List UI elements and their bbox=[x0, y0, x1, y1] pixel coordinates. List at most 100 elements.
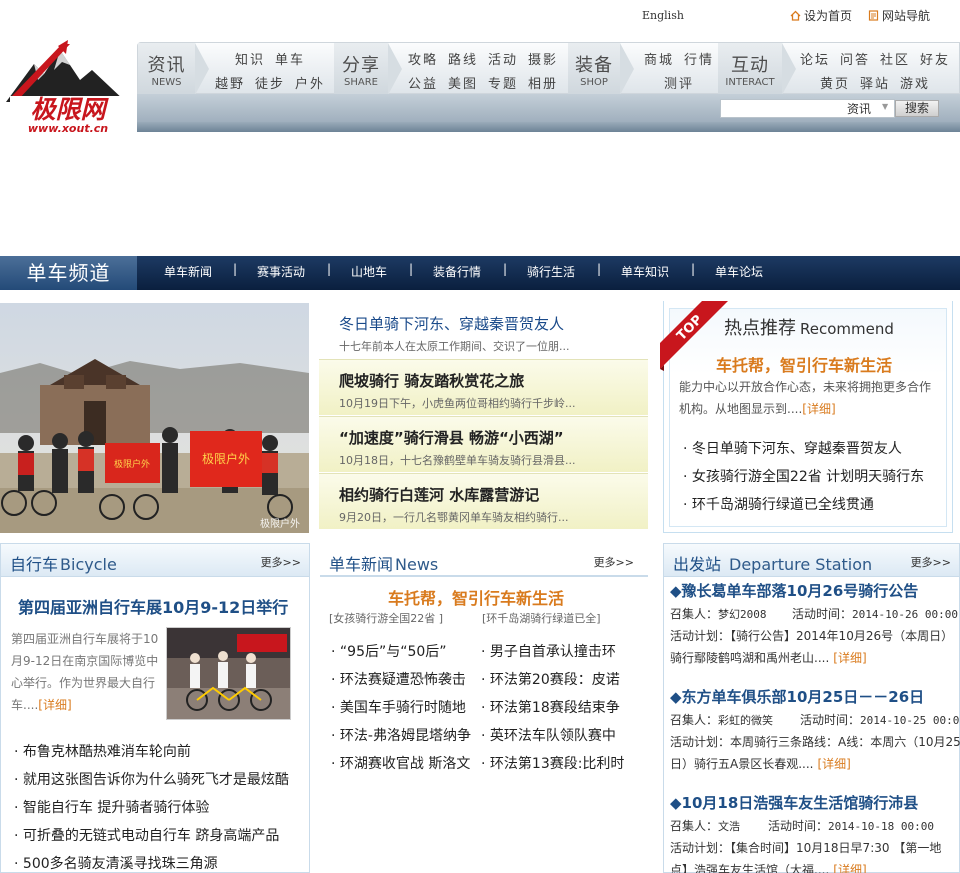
time-label: 活动时间： bbox=[768, 819, 829, 833]
channel-item-knowledge[interactable]: 单车知识 bbox=[621, 263, 669, 280]
bicycle-more-link[interactable]: 更多>> bbox=[261, 554, 301, 570]
channel-item-forum[interactable]: 单车论坛 bbox=[715, 263, 763, 280]
nav-link-station[interactable]: 驿站 bbox=[860, 73, 890, 92]
nav-link-charity[interactable]: 公益 bbox=[408, 73, 438, 92]
nav-head-share[interactable]: 分享 SHARE bbox=[334, 43, 388, 95]
list-item[interactable]: · 500多名骑友清溪寻找珠三角源 bbox=[14, 853, 218, 873]
list-item[interactable]: · 英环法车队领队赛中 bbox=[481, 725, 616, 745]
nav-link-pictures[interactable]: 美图 bbox=[448, 73, 478, 92]
search-category-label: 资讯 bbox=[847, 102, 872, 116]
channel-item-race[interactable]: 赛事活动 bbox=[257, 263, 305, 280]
nav-link-events[interactable]: 活动 bbox=[488, 49, 518, 68]
departure-detail-link[interactable]: [详细] bbox=[817, 757, 850, 771]
departure-detail-link[interactable]: [详细] bbox=[833, 863, 866, 873]
list-item[interactable]: · 环法-弗洛姆昆塔纳争 bbox=[331, 725, 471, 745]
list-item[interactable]: 爬坡骑行 骑友踏秋赏花之旅 10月19日下午，小虎鱼两位哥相约骑行千步岭... bbox=[319, 359, 648, 415]
plan-text: 本周骑行三条路线：A线：本周六（10月25 bbox=[730, 735, 960, 749]
list-item[interactable]: 冬日单骑下河东、穿越秦晋贺友人 十七年前本人在太原工作期间、交识了一位朋... bbox=[319, 303, 648, 359]
list-item[interactable]: · 可折叠的无链式电动自行车 跻身高端产品 bbox=[14, 825, 279, 845]
news-sub-link[interactable]: [环千岛湖骑行绿道已全] bbox=[482, 610, 601, 626]
news-sub-link[interactable]: [女孩骑行游全国22省 ] bbox=[329, 610, 443, 626]
nav-head-interact[interactable]: 互动 INTERACT bbox=[718, 43, 782, 95]
news-item-label: “95后”与“50后” bbox=[339, 644, 447, 660]
plan-text: 【骑行公告】2014年10月26号（本周日） bbox=[730, 629, 954, 643]
nav-link-qa[interactable]: 问答 bbox=[840, 49, 870, 68]
feature-title[interactable]: 爬坡骑行 骑友踏秋赏花之旅 bbox=[339, 370, 524, 391]
search-category-select[interactable]: 资讯 ▼ bbox=[847, 100, 893, 117]
nav-head-news[interactable]: 资讯 NEWS bbox=[138, 43, 195, 95]
list-item[interactable]: “加速度”骑行滑县 畅游“小西湖” 10月18日，十七名豫鹤壁单车骑友骑行县滑县… bbox=[319, 416, 648, 472]
bicycle-item-label: 可折叠的无链式电动自行车 跻身高端产品 bbox=[22, 828, 280, 844]
departure-event-plan: 骑行鄢陵鹤鸣湖和禹州老山.... [详细] bbox=[670, 649, 867, 666]
news-headline[interactable]: 车托帮，智引行车新生活 bbox=[388, 585, 564, 609]
nav-link-games[interactable]: 游戏 bbox=[900, 73, 930, 92]
list-item[interactable]: · 智能自行车 提升骑者骑行体验 bbox=[14, 797, 209, 817]
hot-title[interactable]: 车托帮，智引行车新生活 bbox=[716, 352, 892, 376]
hot-recommend-heading: 热点推荐 Recommend bbox=[724, 314, 894, 340]
list-item[interactable]: · 环法第18赛段结束争 bbox=[481, 697, 620, 717]
list-item[interactable]: · 环法赛疑遭恐怖袭击 bbox=[331, 669, 466, 689]
list-item[interactable]: · 冬日单骑下河东、穿越秦晋贺友人 bbox=[683, 438, 902, 458]
feature-title[interactable]: 冬日单骑下河东、穿越秦晋贺友人 bbox=[339, 313, 564, 334]
nav-head-shop[interactable]: 装备 SHOP bbox=[568, 43, 620, 95]
nav-link-guide[interactable]: 攻略 bbox=[408, 49, 438, 68]
hot-item-label: 冬日单骑下河东、穿越秦晋贺友人 bbox=[691, 441, 902, 457]
list-item[interactable]: · 环法第13赛段:比利时 bbox=[481, 753, 624, 773]
nav-link-friends[interactable]: 好友 bbox=[920, 49, 950, 68]
nav-link-forum[interactable]: 论坛 bbox=[800, 49, 830, 68]
nav-link-topics[interactable]: 专题 bbox=[488, 73, 518, 92]
nav-link-albums[interactable]: 相册 bbox=[528, 73, 558, 92]
nav-link-outdoor[interactable]: 户外 bbox=[295, 73, 325, 92]
nav-link-mall[interactable]: 商城 bbox=[644, 49, 674, 68]
list-item[interactable]: · 男子自首承认撞击环 bbox=[481, 641, 616, 661]
list-item[interactable]: · 美国车手骑行时随地 bbox=[331, 697, 466, 717]
feature-list: 冬日单骑下河东、穿越秦晋贺友人 十七年前本人在太原工作期间、交识了一位朋... … bbox=[319, 303, 648, 529]
nav-link-hiking[interactable]: 徒步 bbox=[255, 73, 285, 92]
time-label: 活动时间： bbox=[800, 713, 861, 727]
departure-event-plan: 日）骑行五A景区长春观.... [详细] bbox=[670, 755, 851, 772]
list-item[interactable]: · 就用这张图告诉你为什么骑死飞才是最炫酷 bbox=[14, 769, 289, 789]
search-button[interactable]: 搜索 bbox=[895, 100, 939, 117]
english-link[interactable]: English bbox=[642, 9, 684, 22]
channel-item-gear[interactable]: 装备行情 bbox=[433, 263, 481, 280]
departure-event-meta: 召集人：彩虹的微笑 活动时间：2014-10-25 00:00 bbox=[670, 711, 960, 728]
nav-link-photo[interactable]: 摄影 bbox=[528, 49, 558, 68]
nav-link-bike[interactable]: 单车 bbox=[275, 49, 305, 68]
departure-detail-link[interactable]: [详细] bbox=[833, 651, 866, 665]
news-more-link[interactable]: 更多>> bbox=[594, 554, 634, 570]
bicycle-thumbnail[interactable] bbox=[166, 627, 291, 720]
bicycle-headline[interactable]: 第四届亚洲自行车展10月9-12日举行 bbox=[18, 594, 288, 618]
departure-event-title[interactable]: ◆东方单车俱乐部10月25日－－26日 bbox=[670, 686, 924, 707]
channel-item-life[interactable]: 骑行生活 bbox=[527, 263, 575, 280]
nav-link-review[interactable]: 测评 bbox=[664, 73, 694, 92]
feature-title[interactable]: “加速度”骑行滑县 畅游“小西湖” bbox=[339, 427, 564, 448]
channel-item-bike-news[interactable]: 单车新闻 bbox=[164, 263, 212, 280]
featured-photo[interactable]: 极限户外 极限户外 极限户外 bbox=[0, 303, 309, 533]
site-logo[interactable]: 极限网 www.xout.cn bbox=[4, 40, 132, 136]
list-item[interactable]: · “95后”与“50后” bbox=[331, 641, 447, 661]
nav-link-offroad[interactable]: 越野 bbox=[215, 73, 245, 92]
departure-event-title[interactable]: ◆豫长葛单车部落10月26号骑行公告 bbox=[670, 580, 918, 601]
nav-link-knowledge[interactable]: 知识 bbox=[235, 49, 265, 68]
nav-link-market[interactable]: 行情 bbox=[684, 49, 714, 68]
bicycle-detail-link[interactable]: [详细] bbox=[38, 698, 71, 712]
departure-event-title[interactable]: ◆10月18日浩强车友生活馆骑行沛县 bbox=[670, 792, 918, 813]
list-item[interactable]: · 环千岛湖骑行绿道已全线贯通 bbox=[683, 494, 874, 514]
nav-link-community[interactable]: 社区 bbox=[880, 49, 910, 68]
hot-desc: 能力中心以开放合作心态，未来将拥抱更多合作机构。从地图显示到....[详细] bbox=[679, 376, 941, 420]
list-item[interactable]: · 女孩骑行游全国22省 计划明天骑行东 bbox=[683, 466, 924, 486]
list-item[interactable]: · 环法第20赛段：皮诺 bbox=[481, 669, 620, 689]
site-nav-link[interactable]: 网站导航 bbox=[868, 7, 930, 24]
channel-item-mtb[interactable]: 山地车 bbox=[351, 263, 387, 280]
bicycle-head-cn: 自行车 bbox=[10, 555, 59, 574]
hot-detail-link[interactable]: [详细] bbox=[802, 402, 835, 416]
nav-link-yellowpages[interactable]: 黄页 bbox=[820, 73, 850, 92]
set-homepage-link[interactable]: 设为首页 bbox=[790, 7, 852, 24]
list-item[interactable]: · 布鲁克林酷热难消车轮向前 bbox=[14, 741, 191, 761]
departure-event-plan: 活动计划：本周骑行三条路线：A线：本周六（10月25 bbox=[670, 733, 960, 750]
list-item[interactable]: · 环湖赛收官战 斯洛文 bbox=[331, 753, 470, 773]
departure-more-link[interactable]: 更多>> bbox=[911, 554, 951, 570]
list-item[interactable]: 相约骑行白莲河 水库露营游记 9月20日，一行几名鄂黄冈单车骑友相约骑行... bbox=[319, 473, 648, 529]
nav-link-routes[interactable]: 路线 bbox=[448, 49, 478, 68]
feature-title[interactable]: 相约骑行白莲河 水库露营游记 bbox=[339, 484, 539, 505]
